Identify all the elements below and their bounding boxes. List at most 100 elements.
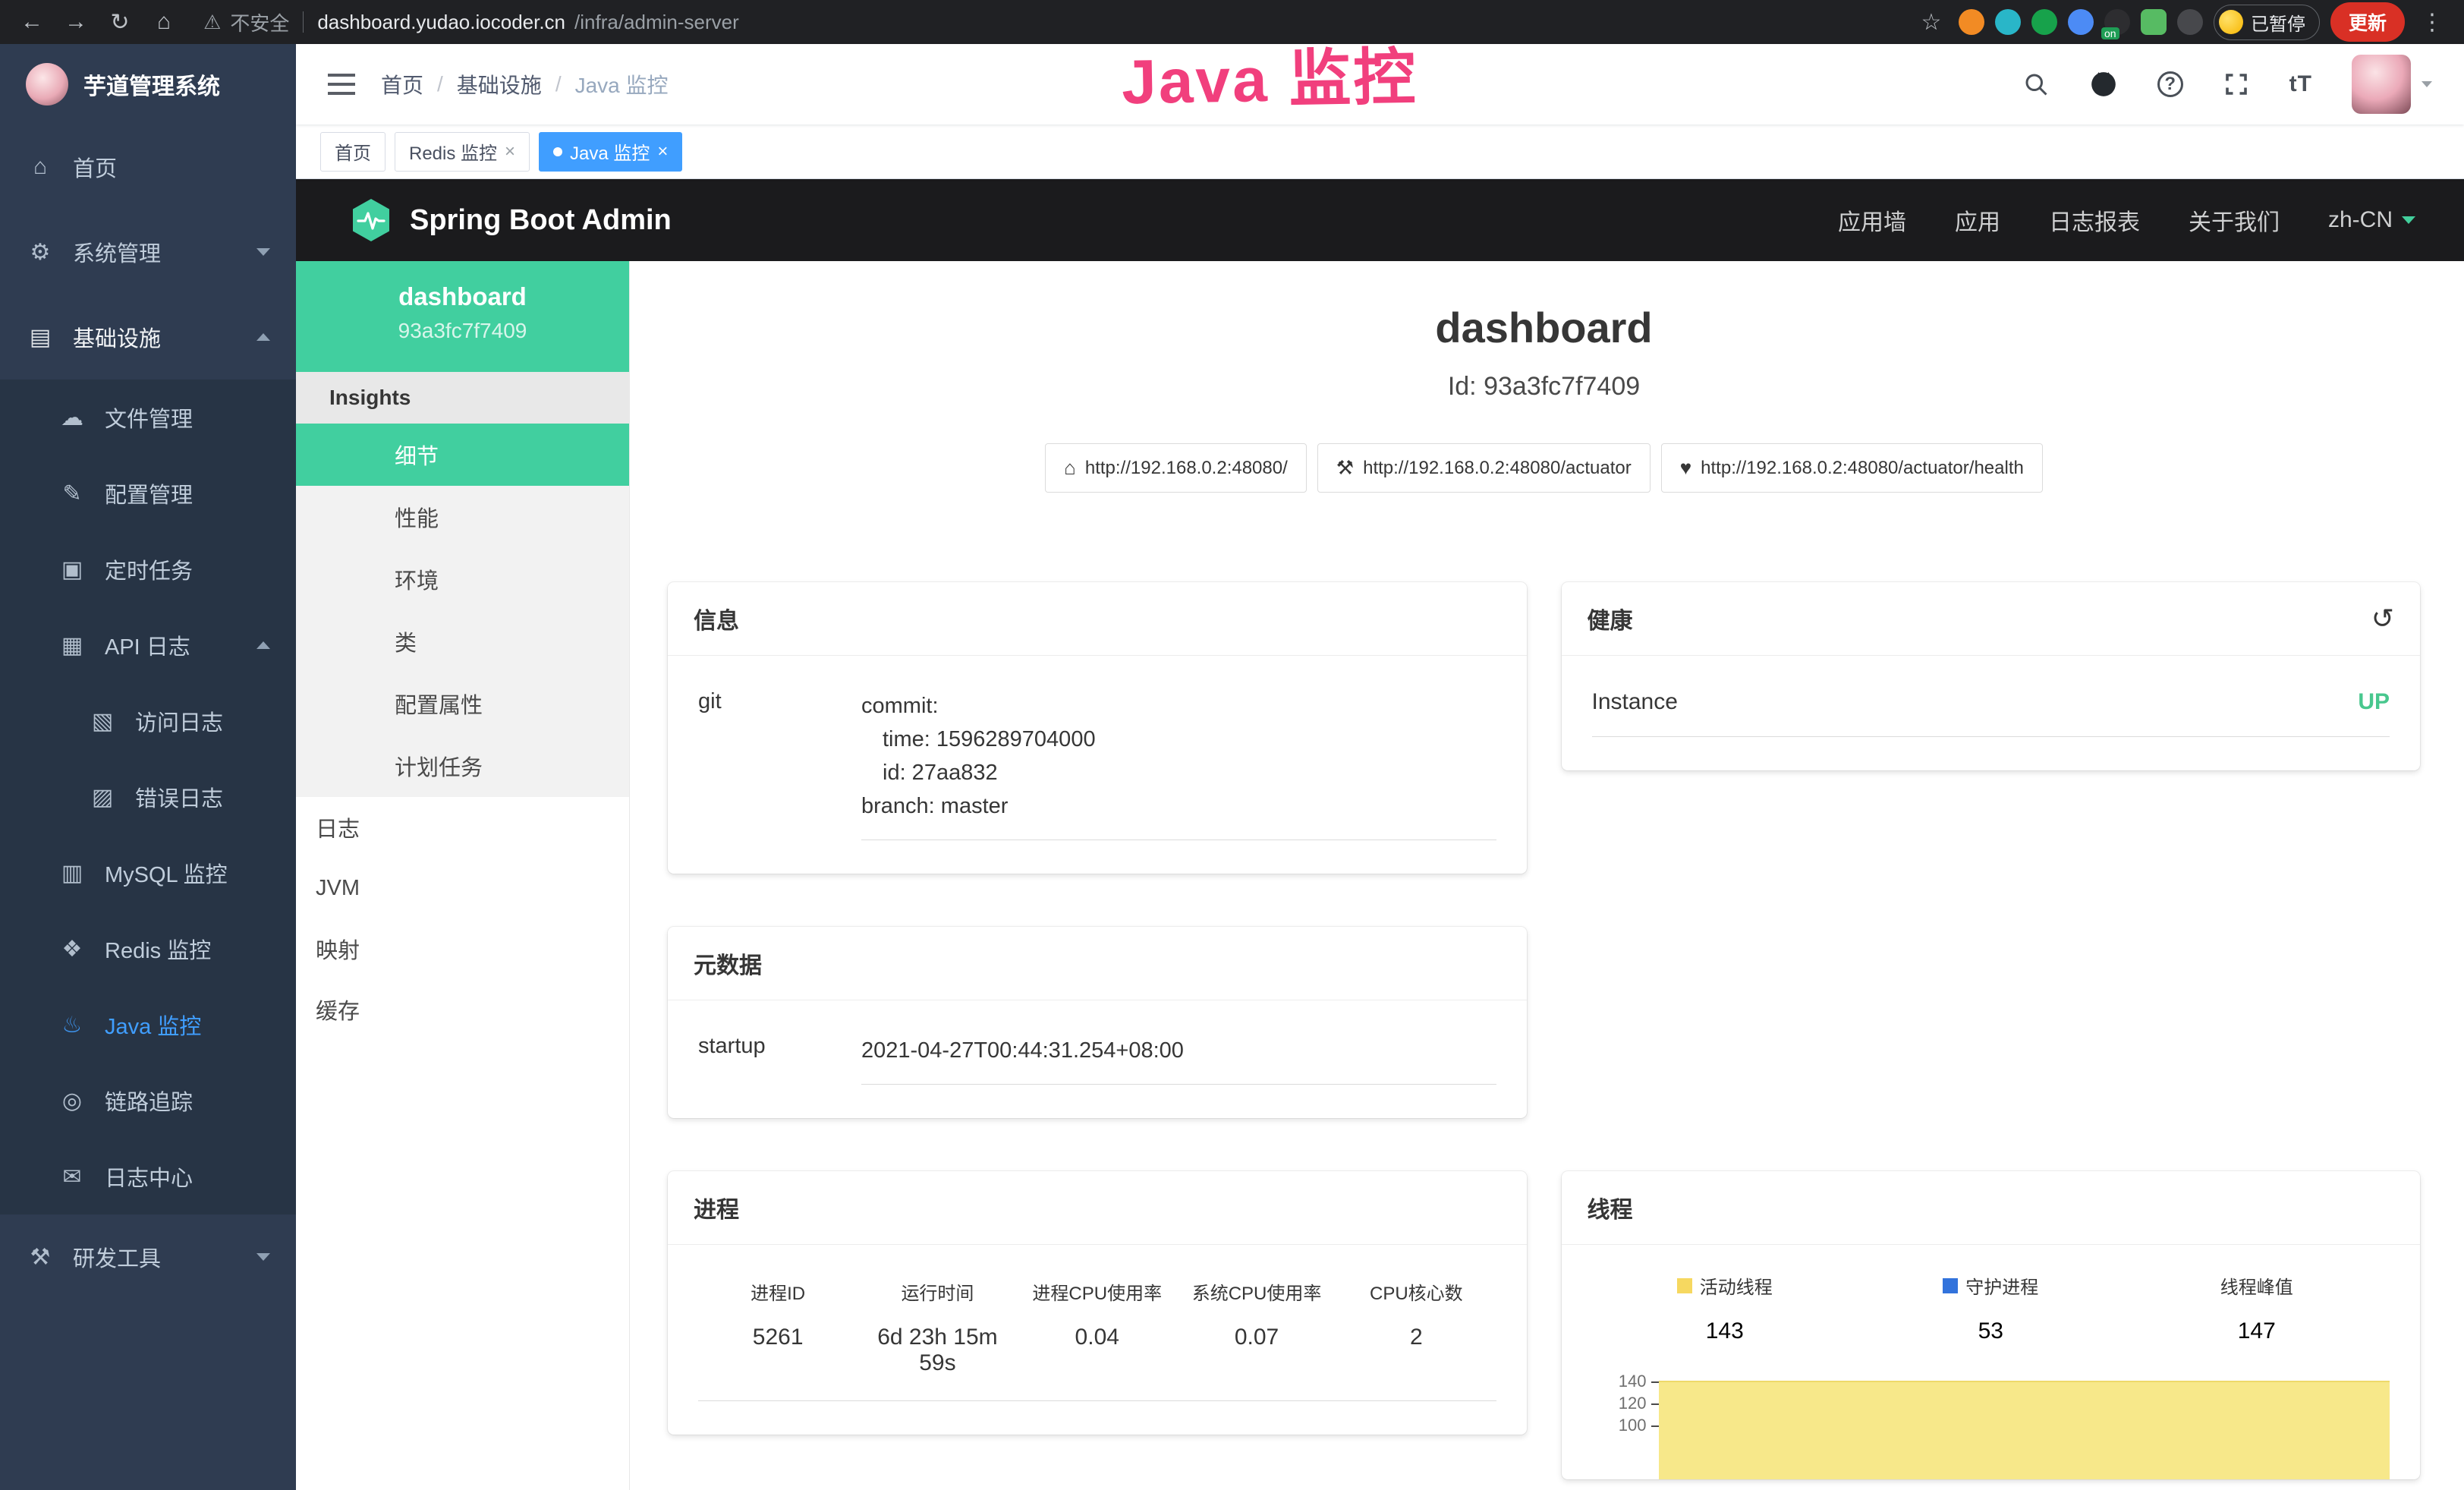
app-title: 芋道管理系统 bbox=[83, 68, 220, 101]
service-url-button[interactable]: ⌂ http://192.168.0.2:48080/ bbox=[1045, 443, 1307, 493]
bookmark-star-icon[interactable]: ☆ bbox=[1915, 9, 1948, 36]
sidebar-item-java-monitor[interactable]: ♨ Java 监控 bbox=[0, 987, 296, 1063]
process-card-header: 进程 bbox=[668, 1171, 1527, 1245]
sidebar-item-config-mgmt[interactable]: ✎ 配置管理 bbox=[0, 455, 296, 531]
sidebar-item-dev-tools[interactable]: ⚒ 研发工具 bbox=[0, 1214, 296, 1299]
sba-menu-logs[interactable]: 日志 bbox=[296, 797, 629, 858]
sidebar-item-infrastructure[interactable]: ▤ 基础设施 bbox=[0, 295, 296, 380]
sidebar-toggle-icon[interactable] bbox=[328, 74, 355, 95]
metadata-card-title: 元数据 bbox=[694, 947, 762, 980]
actuator-url-label: http://192.168.0.2:48080/actuator bbox=[1363, 458, 1632, 479]
sidebar-item-error-log[interactable]: ▨ 错误日志 bbox=[0, 759, 296, 835]
kebab-menu-icon[interactable]: ⋮ bbox=[2415, 9, 2449, 36]
extension-icon-1[interactable] bbox=[1959, 9, 1984, 35]
sba-menu-config-props[interactable]: 配置属性 bbox=[296, 673, 629, 735]
extension-icon-2[interactable] bbox=[1995, 9, 2021, 35]
forward-icon[interactable]: → bbox=[59, 9, 93, 35]
sidebar-item-label: MySQL 监控 bbox=[105, 857, 228, 889]
extension-icon-6[interactable] bbox=[2141, 9, 2167, 35]
sidebar-item-home[interactable]: ⌂ 首页 bbox=[0, 124, 296, 209]
sba-menu-performance[interactable]: 性能 bbox=[296, 486, 629, 548]
sidebar-item-tracing[interactable]: ◎ 链路追踪 bbox=[0, 1063, 296, 1139]
breadcrumb-home[interactable]: 首页 bbox=[381, 69, 423, 99]
tab-redis-monitor[interactable]: Redis 监控 × bbox=[395, 132, 530, 172]
security-label[interactable]: 不安全 bbox=[230, 8, 289, 36]
sba-menu-environment[interactable]: 环境 bbox=[296, 548, 629, 610]
sidebar-item-mysql-monitor[interactable]: ▥ MySQL 监控 bbox=[0, 835, 296, 911]
sba-nav-journal[interactable]: 日志报表 bbox=[2049, 203, 2140, 237]
github-icon[interactable] bbox=[2089, 70, 2118, 99]
chevron-down-icon bbox=[256, 1253, 270, 1261]
sidebar-item-scheduled-jobs[interactable]: ▣ 定时任务 bbox=[0, 531, 296, 607]
info-card: 信息 git commit: time: 1596289704000 id: 2 bbox=[668, 582, 1527, 874]
breadcrumb: 首页 / 基础设施 / Java 监控 bbox=[381, 69, 669, 99]
tab-label: Redis 监控 bbox=[409, 138, 497, 165]
instance-header[interactable]: dashboard 93a3fc7f7409 bbox=[296, 261, 629, 372]
search-icon[interactable] bbox=[2022, 71, 2050, 98]
info-key: git bbox=[698, 689, 861, 840]
sidebar-item-redis-monitor[interactable]: ❖ Redis 监控 bbox=[0, 911, 296, 987]
sba-brand[interactable]: Spring Boot Admin bbox=[410, 204, 672, 237]
profile-paused-badge[interactable]: 已暂停 bbox=[2214, 5, 2320, 40]
sidebar-item-access-log[interactable]: ▧ 访问日志 bbox=[0, 683, 296, 759]
process-header: 进程CPU使用率 bbox=[1018, 1278, 1177, 1305]
breadcrumb-separator: / bbox=[555, 72, 562, 96]
legend-swatch-blue bbox=[1943, 1278, 1958, 1293]
extension-icon-7[interactable] bbox=[2177, 9, 2203, 35]
user-menu[interactable] bbox=[2352, 55, 2432, 114]
sidebar-item-system-mgmt[interactable]: ⚙ 系统管理 bbox=[0, 209, 296, 295]
sba-menu-mappings[interactable]: 映射 bbox=[296, 918, 629, 979]
threads-chart: 140 120 100 bbox=[1592, 1370, 2390, 1479]
extension-icon-5[interactable]: on bbox=[2104, 9, 2130, 35]
process-column: 进程CPU使用率 0.04 bbox=[1018, 1278, 1177, 1376]
app-logo[interactable]: 芋道管理系统 bbox=[0, 44, 296, 124]
sba-menu-jvm[interactable]: JVM bbox=[296, 858, 629, 918]
breadcrumb-current: Java 监控 bbox=[575, 69, 669, 99]
info-line: branch: master bbox=[861, 789, 1496, 823]
sidebar-item-log-center[interactable]: ✉ 日志中心 bbox=[0, 1139, 296, 1214]
process-value: 2 bbox=[1336, 1325, 1496, 1350]
spring-boot-admin-frame: Spring Boot Admin 应用墙 应用 日志报表 关于我们 zh-CN bbox=[296, 179, 2464, 1490]
sba-menu-details[interactable]: 细节 bbox=[296, 424, 629, 486]
actuator-url-button[interactable]: ⚒ http://192.168.0.2:48080/actuator bbox=[1317, 443, 1651, 493]
legend-value: 147 bbox=[2124, 1318, 2390, 1344]
sba-nav-about[interactable]: 关于我们 bbox=[2189, 203, 2280, 237]
font-size-icon[interactable]: tT bbox=[2289, 71, 2312, 97]
info-line: commit: bbox=[861, 689, 1496, 723]
sidebar-item-file-mgmt[interactable]: ☁ 文件管理 bbox=[0, 380, 296, 455]
info-value: commit: time: 1596289704000 id: 27aa832 … bbox=[861, 689, 1496, 840]
update-button[interactable]: 更新 bbox=[2330, 2, 2405, 42]
history-icon[interactable]: ↺ bbox=[2371, 603, 2394, 635]
sidebar-item-label: 访问日志 bbox=[135, 705, 223, 737]
mysql-icon: ▥ bbox=[58, 860, 87, 887]
legend-item: 线程峰值 147 bbox=[2124, 1272, 2390, 1344]
instance-links: ⌂ http://192.168.0.2:48080/ ⚒ http://192… bbox=[668, 443, 2420, 493]
profile-emoji-icon bbox=[2219, 10, 2243, 34]
breadcrumb-infrastructure[interactable]: 基础设施 bbox=[457, 69, 542, 99]
wrench-icon: ⚒ bbox=[1336, 456, 1354, 480]
sba-menu-classes[interactable]: 类 bbox=[296, 610, 629, 673]
browser-home-icon[interactable]: ⌂ bbox=[147, 9, 181, 35]
reload-icon[interactable]: ↻ bbox=[103, 9, 137, 36]
spring-boot-admin-logo-icon bbox=[351, 198, 392, 242]
sba-nav-applications[interactable]: 应用 bbox=[1955, 203, 2000, 237]
sba-menu-caches[interactable]: 缓存 bbox=[296, 979, 629, 1040]
tab-java-monitor[interactable]: Java 监控 × bbox=[539, 132, 682, 172]
process-header: 运行时间 bbox=[858, 1278, 1017, 1305]
close-icon[interactable]: × bbox=[657, 141, 668, 162]
back-icon[interactable]: ← bbox=[15, 9, 49, 35]
sidebar-item-api-log[interactable]: ▦ API 日志 bbox=[0, 607, 296, 683]
locale-selector[interactable]: zh-CN bbox=[2328, 207, 2415, 233]
tab-home[interactable]: 首页 bbox=[320, 132, 385, 172]
close-icon[interactable]: × bbox=[505, 141, 515, 162]
extension-icon-3[interactable] bbox=[2031, 9, 2057, 35]
address-bar[interactable]: ⚠ 不安全 dashboard.yudao.iocoder.cn/infra/a… bbox=[191, 8, 1904, 36]
job-icon: ▣ bbox=[58, 556, 87, 583]
sba-nav-wallboard[interactable]: 应用墙 bbox=[1838, 203, 1906, 237]
tab-label: Java 监控 bbox=[570, 138, 650, 165]
fullscreen-icon[interactable] bbox=[2223, 71, 2250, 98]
help-icon[interactable]: ? bbox=[2157, 71, 2183, 97]
extension-icon-4[interactable] bbox=[2068, 9, 2094, 35]
health-url-button[interactable]: ♥ http://192.168.0.2:48080/actuator/heal… bbox=[1661, 443, 2043, 493]
sba-menu-scheduled-tasks[interactable]: 计划任务 bbox=[296, 735, 629, 797]
